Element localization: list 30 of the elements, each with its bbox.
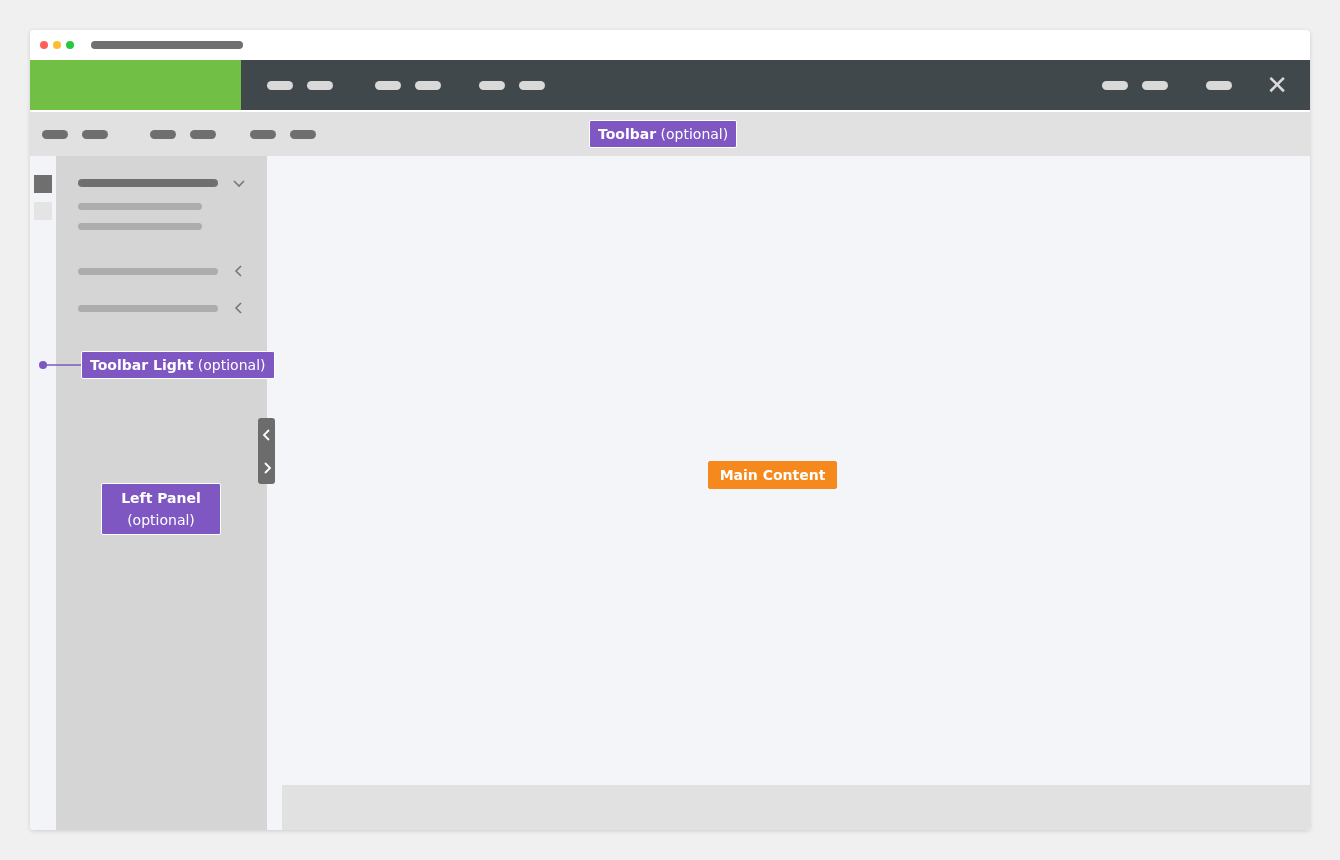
leader-line	[38, 360, 82, 370]
menu-item-placeholder[interactable]	[307, 80, 333, 90]
chevron-right-icon	[261, 460, 272, 475]
close-icon[interactable]: ✕	[1266, 72, 1288, 98]
menu-item-placeholder[interactable]	[479, 80, 505, 90]
toolbar-light-label: Toolbar Light (optional)	[81, 351, 275, 379]
menu-item-placeholder[interactable]	[250, 129, 276, 139]
chevron-left-icon[interactable]	[233, 302, 245, 314]
menu-item-placeholder[interactable]	[1102, 80, 1129, 90]
main-content-label: Main Content	[708, 461, 837, 489]
menu-item-placeholder[interactable]	[1206, 80, 1233, 90]
menu-item-placeholder[interactable]	[519, 80, 545, 90]
toolbar-label: Toolbar (optional)	[589, 120, 738, 148]
menu-item-placeholder[interactable]	[267, 80, 293, 90]
menu-item-placeholder[interactable]	[150, 129, 176, 139]
maximize-window-icon[interactable]	[66, 41, 74, 49]
menu-item-placeholder[interactable]	[415, 80, 441, 90]
nav-item[interactable]	[78, 176, 245, 190]
menu-item-placeholder[interactable]	[1142, 80, 1169, 90]
chevron-left-icon[interactable]	[233, 265, 245, 277]
chevron-down-icon[interactable]	[233, 177, 245, 189]
menu-item-placeholder[interactable]	[82, 129, 108, 139]
menu-item-placeholder[interactable]	[375, 80, 401, 90]
close-window-icon[interactable]	[40, 41, 48, 49]
panel-toggle-handle[interactable]	[258, 418, 275, 484]
left-panel-label: Left Panel (optional)	[101, 483, 221, 535]
chevron-left-icon	[261, 427, 272, 442]
menu-item-placeholder[interactable]	[190, 129, 216, 139]
menu-item-placeholder[interactable]	[290, 129, 316, 139]
menu-item-placeholder[interactable]	[42, 129, 68, 139]
